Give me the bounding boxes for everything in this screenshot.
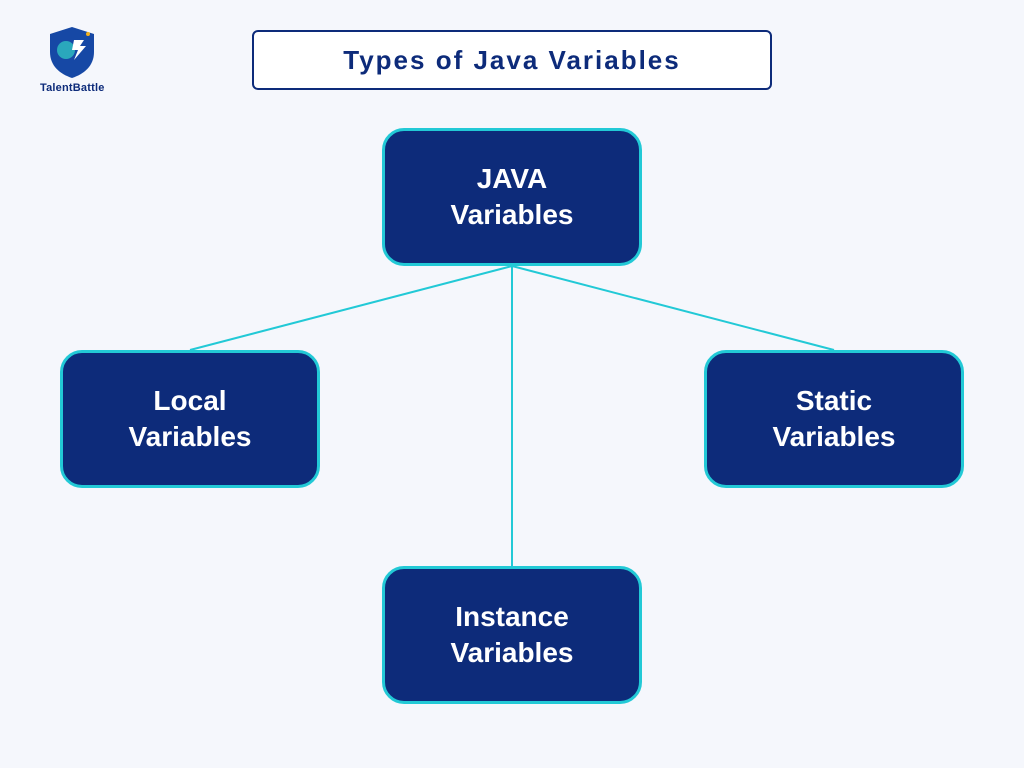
node-instance-variables: Instance Variables <box>382 566 642 704</box>
page-title-box: Types of Java Variables <box>252 30 772 90</box>
node-root: JAVA Variables <box>382 128 642 266</box>
node-bottom-line2: Variables <box>451 637 574 668</box>
node-left-line1: Local <box>153 385 226 416</box>
node-local-variables: Local Variables <box>60 350 320 488</box>
logo: TalentBattle <box>40 24 105 94</box>
logo-shield-icon <box>44 24 100 80</box>
node-left-line2: Variables <box>129 421 252 452</box>
node-root-label: JAVA Variables <box>451 161 574 234</box>
logo-text: TalentBattle <box>40 82 105 94</box>
node-bottom-label: Instance Variables <box>451 599 574 672</box>
node-bottom-line1: Instance <box>455 601 569 632</box>
node-static-variables: Static Variables <box>704 350 964 488</box>
node-right-line2: Variables <box>773 421 896 452</box>
node-left-label: Local Variables <box>129 383 252 456</box>
node-right-label: Static Variables <box>773 383 896 456</box>
node-right-line1: Static <box>796 385 872 416</box>
page-title: Types of Java Variables <box>343 45 680 76</box>
node-root-line2: Variables <box>451 199 574 230</box>
node-root-line1: JAVA <box>477 163 548 194</box>
